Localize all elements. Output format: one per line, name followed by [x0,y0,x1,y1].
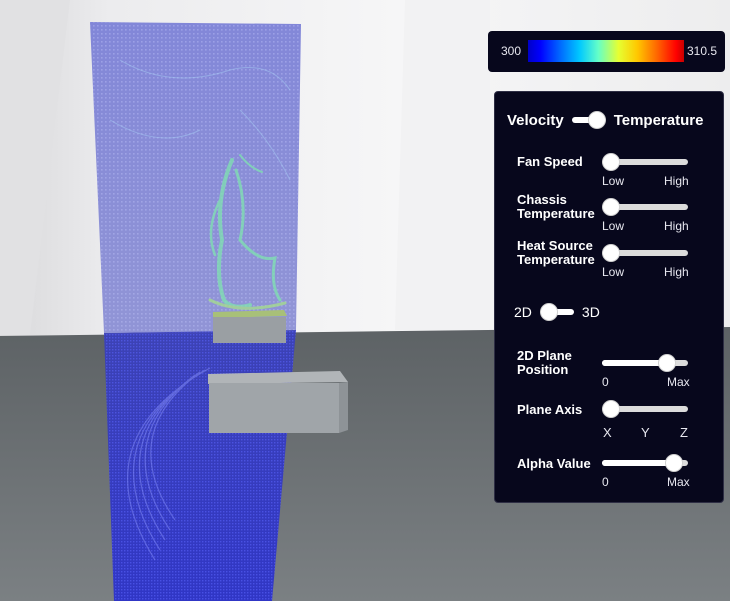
alpha-min: 0 [602,475,609,489]
mode-toggle-row: Velocity Temperature [507,111,703,129]
colorbar-min-label: 300 [501,44,522,58]
chassis-label-line2: Temperature [517,206,595,221]
heat-source-label-line2: Temperature [517,252,595,267]
3d-label: 3D [581,304,600,320]
2d-3d-toggle[interactable] [539,303,574,321]
heat-source-box [213,317,286,343]
chassis-box-front [209,383,339,433]
temperature-label: Temperature [613,111,704,129]
slider-knob[interactable] [664,454,683,472]
alpha-value-slider[interactable] [602,454,688,472]
plane-position-slider[interactable] [602,354,688,372]
heat-source-temperature-slider[interactable] [602,244,688,262]
chassis-box-side [339,382,348,433]
axis-option-y: Y [641,425,650,440]
chassis-low: Low [602,219,625,233]
colorbar-legend: 300 310.5 [488,31,725,72]
plane-position-min: 0 [602,375,609,389]
plane-lower-dots [104,330,296,601]
velocity-label: Velocity [507,111,564,129]
heat-source-label-line1: Heat Source [517,238,593,253]
fan-speed-low: Low [602,174,625,188]
plane-position-label-line2: Position [517,362,569,377]
dimension-toggle-row: 2D 3D [514,303,600,321]
chassis-high: High [664,219,689,233]
control-panel: Velocity Temperature Fan Speed Low High … [494,91,724,503]
slider-knob[interactable] [602,153,620,171]
plane-axis-slider[interactable] [602,400,688,418]
slider-fill [602,460,674,466]
plane-axis-label: Plane Axis [517,402,583,417]
chassis-temperature-slider[interactable] [602,198,688,216]
heat-source-temperature-label: Heat Source Temperature [517,239,595,267]
2d-label: 2D [514,304,532,320]
plane-position-label: 2D Plane Position [517,349,572,377]
plane-position-max: Max [667,375,690,389]
slider-knob[interactable] [602,198,620,216]
slider-knob[interactable] [602,400,620,418]
slider-knob[interactable] [602,244,620,262]
heat-source-low: Low [602,265,625,279]
alpha-max: Max [667,475,690,489]
axis-option-z: Z [680,425,688,440]
plane-upper-dots [90,22,301,333]
heat-source-high: High [664,265,689,279]
velocity-temperature-toggle[interactable] [571,111,606,129]
chassis-temperature-label: Chassis Temperature [517,193,595,221]
right-wall-edge [395,0,490,330]
slider-knob[interactable] [657,354,676,372]
fan-speed-label: Fan Speed [517,154,583,169]
alpha-value-label: Alpha Value [517,456,591,471]
chassis-label-line1: Chassis [517,192,567,207]
toggle-knob[interactable] [587,111,606,129]
axis-option-x: X [603,425,612,440]
colorbar-gradient [528,40,684,62]
fan-speed-slider[interactable] [602,153,688,171]
toggle-knob[interactable] [539,303,558,321]
plane-position-label-line1: 2D Plane [517,348,572,363]
colorbar-max-label: 310.5 [686,44,717,58]
fan-speed-high: High [664,174,689,188]
